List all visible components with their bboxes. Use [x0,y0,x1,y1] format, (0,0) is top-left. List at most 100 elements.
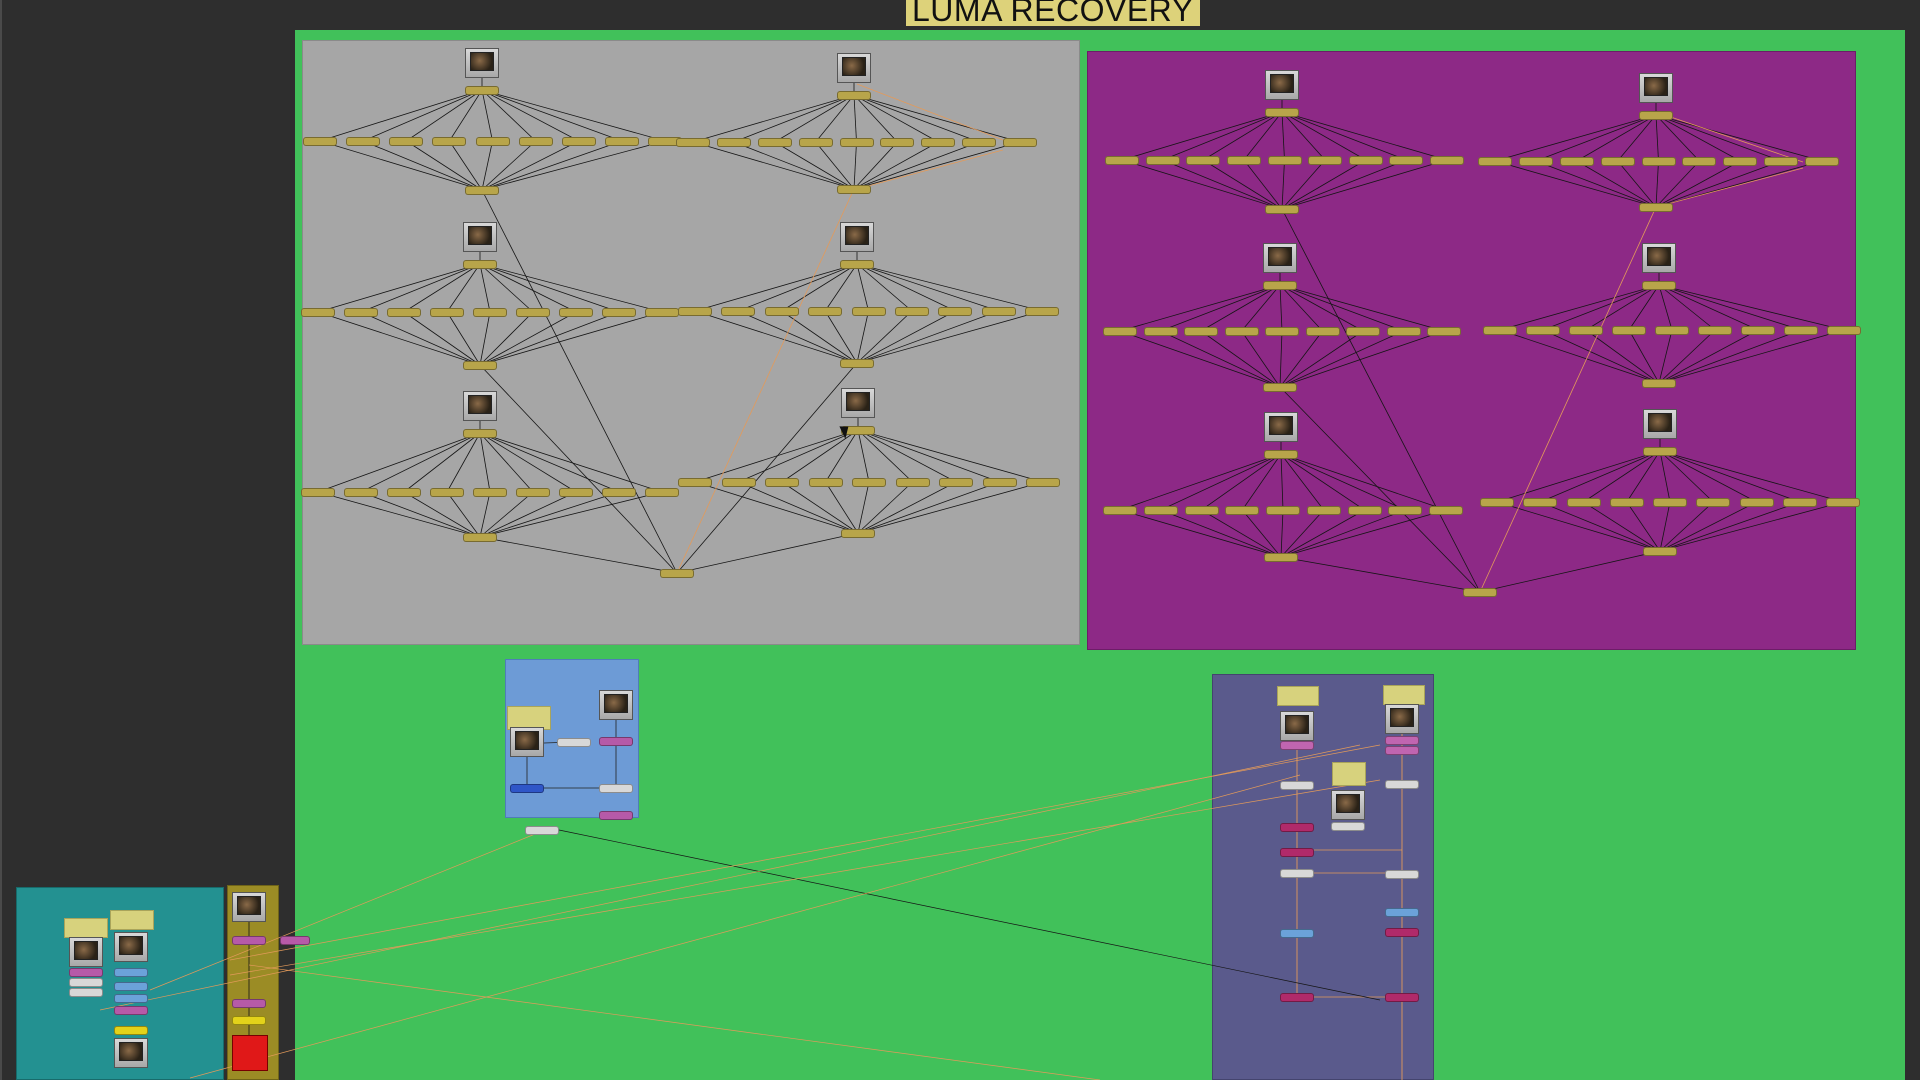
gray-b1-channel-node-6[interactable] [880,138,915,147]
gray-a1-read-node[interactable] [465,48,499,78]
purple-b1-channel-node-7[interactable] [1723,157,1758,166]
teal-read-node-c[interactable] [114,1038,148,1068]
purple-b2-channel-node-3[interactable] [1569,326,1603,335]
backdrop-gray-group[interactable] [302,40,1080,645]
gray-a1-channel-node-7[interactable] [561,137,596,146]
gray-a1-merge-node[interactable] [465,186,499,195]
gray-a2-channel-node-6[interactable] [516,308,550,317]
gray-a3-channel-node-5[interactable] [473,488,507,497]
gray-a2-channel-node-7[interactable] [559,308,593,317]
purple-b3-channel-node-4[interactable] [1609,498,1644,507]
purple-b1-read-node[interactable] [1639,73,1673,103]
gray-a3-channel-node-7[interactable] [559,488,593,497]
gray-b3-channel-node-9[interactable] [1026,478,1060,487]
slate-sticky-note-a[interactable] [1277,686,1319,706]
gray-b1-channel-node-7[interactable] [921,138,956,147]
gray-a2-channel-node-4[interactable] [430,308,464,317]
purple-a3-channel-node-2[interactable] [1143,506,1178,515]
gray-b3-channel-node-7[interactable] [939,478,973,487]
gray-b3-channel-node-6[interactable] [895,478,930,487]
gray-a3-channel-node-8[interactable] [602,488,636,497]
gray-a1-channel-node-8[interactable] [604,137,639,146]
gray-b3-channel-node-5[interactable] [852,478,886,487]
blue-node-white-2[interactable] [599,784,633,793]
purple-b2-channel-node-8[interactable] [1784,326,1818,335]
slate-col-b-node-7[interactable] [1385,993,1419,1002]
purple-b1-channel-node-4[interactable] [1600,157,1635,166]
purple-b3-channel-node-9[interactable] [1826,498,1860,507]
purple-a3-channel-node-4[interactable] [1225,506,1260,515]
blue-node-white[interactable] [557,738,591,747]
slate-col-b-node-6[interactable] [1385,928,1419,937]
slate-col-a-node-7[interactable] [1280,993,1314,1002]
purple-a2-channel-node-8[interactable] [1386,327,1421,336]
gray-a2-dot-node[interactable] [463,260,497,269]
gray-a1-dot-node[interactable] [465,86,499,95]
slate-col-a-node-4[interactable] [1280,848,1314,857]
purple-a3-channel-node-3[interactable] [1184,506,1219,515]
gray-b2-channel-node-7[interactable] [938,307,973,316]
purple-b3-dot-node[interactable] [1643,447,1677,456]
purple-b3-channel-node-8[interactable] [1782,498,1817,507]
purple-a1-channel-node-3[interactable] [1186,156,1221,165]
gray-b3-channel-node-3[interactable] [765,478,799,487]
purple-a3-channel-node-5[interactable] [1266,506,1300,515]
slate-col-a-node-3[interactable] [1280,823,1314,832]
gray-b2-merge-node[interactable] [840,359,874,368]
slate-read-node-c[interactable] [1331,790,1365,820]
purple-b2-channel-node-2[interactable] [1526,326,1560,335]
purple-b3-channel-node-1[interactable] [1480,498,1514,507]
gray-b3-channel-node-1[interactable] [678,478,712,487]
gray-a3-channel-node-4[interactable] [430,488,464,497]
gray-b1-channel-node-9[interactable] [1003,138,1037,147]
purple-b1-channel-node-3[interactable] [1559,157,1594,166]
gray-a3-channel-node-1[interactable] [301,488,335,497]
purple-b2-channel-node-1[interactable] [1483,326,1517,335]
purple-b2-dot-node[interactable] [1642,281,1676,290]
purple-a2-channel-node-9[interactable] [1427,327,1461,336]
gray-a1-channel-node-4[interactable] [432,137,467,146]
olive-red-node[interactable] [232,1035,268,1071]
teal-col-b-node-3[interactable] [114,994,148,1003]
slate-col-b-node-5[interactable] [1385,908,1419,917]
teal-col-a-node-3[interactable] [69,988,103,997]
gray-b1-channel-node-1[interactable] [676,138,710,147]
purple-a1-dot-node[interactable] [1265,108,1299,117]
gray-b3-channel-node-4[interactable] [808,478,843,487]
purple-b3-read-node[interactable] [1643,409,1677,439]
gray-b1-channel-node-4[interactable] [798,138,833,147]
purple-a1-channel-node-8[interactable] [1389,156,1424,165]
gray-a2-read-node[interactable] [463,222,497,252]
gray-a3-channel-node-6[interactable] [516,488,550,497]
purple-b3-channel-node-5[interactable] [1653,498,1687,507]
purple-a3-channel-node-7[interactable] [1347,506,1382,515]
gray-b3-channel-node-2[interactable] [721,478,756,487]
gray-a3-dot-node[interactable] [463,429,497,438]
gray-b2-channel-node-2[interactable] [721,307,756,316]
purple-b2-merge-node[interactable] [1642,379,1676,388]
purple-a2-channel-node-6[interactable] [1305,327,1340,336]
teal-col-b-node-2[interactable] [114,982,148,991]
blue-node-pink[interactable] [599,737,633,746]
purple-a2-channel-node-2[interactable] [1143,327,1178,336]
slate-col-b-node-4[interactable] [1385,870,1419,879]
purple-a2-channel-node-4[interactable] [1224,327,1259,336]
gray-b2-channel-node-9[interactable] [1025,307,1059,316]
teal-col-a-node-1[interactable] [69,968,103,977]
purple-a2-merge-node[interactable] [1263,383,1297,392]
slate-col-a-node-2[interactable] [1280,781,1314,790]
slate-sticky-note-b[interactable] [1383,685,1425,705]
gray-a2-merge-node[interactable] [463,361,497,370]
slate-col-b-node-1[interactable] [1385,736,1419,745]
olive-node-pink-out[interactable] [280,936,310,945]
purple-a2-dot-node[interactable] [1263,281,1297,290]
purple-b2-channel-node-9[interactable] [1827,326,1861,335]
gray-a3-channel-node-9[interactable] [645,488,679,497]
purple-b3-channel-node-2[interactable] [1523,498,1558,507]
gray-b2-channel-node-4[interactable] [808,307,843,316]
purple-a2-channel-node-5[interactable] [1265,327,1299,336]
backdrop-purple-group[interactable] [1087,51,1856,650]
gray-b2-channel-node-3[interactable] [764,307,799,316]
teal-read-node-b[interactable] [114,932,148,962]
purple-b3-merge-node[interactable] [1643,547,1677,556]
